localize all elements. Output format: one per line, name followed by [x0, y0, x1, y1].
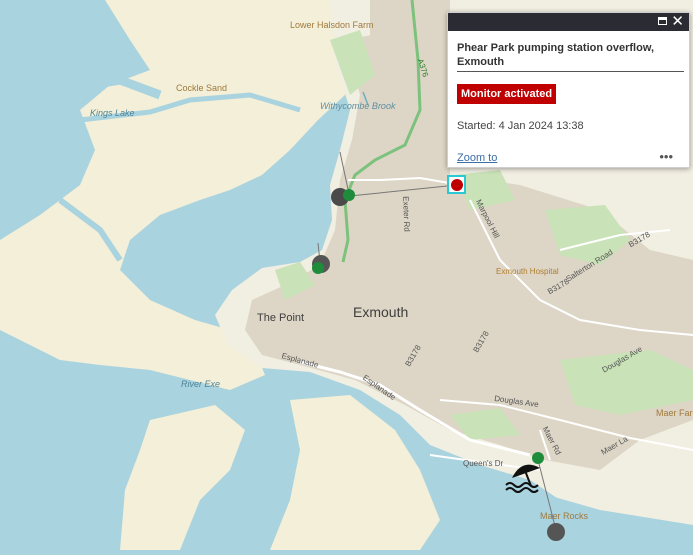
zoom-to-link[interactable]: Zoom to — [457, 152, 497, 164]
popup-title-bar: ✕ — [448, 13, 689, 31]
more-options-icon[interactable]: ••• — [659, 149, 673, 164]
label-the-point: The Point — [257, 312, 305, 324]
label-maer-rocks: Maer Rocks — [540, 511, 589, 521]
popup-title: Phear Park pumping station overflow, Exm… — [457, 42, 655, 68]
label-cockle-sand: Cockle Sand — [176, 83, 228, 93]
outfall-ok-marker-point[interactable] — [312, 262, 324, 274]
label-river-exe: River Exe — [181, 379, 221, 389]
feature-popup: ✕ Phear Park pumping station overflow, E… — [447, 12, 690, 168]
maximize-icon[interactable] — [658, 17, 667, 25]
label-withycombe-brook: Withycombe Brook — [320, 101, 396, 111]
close-icon[interactable]: ✕ — [671, 13, 684, 31]
label-exeter-rd: Exeter Rd — [401, 196, 412, 232]
started-timestamp: Started: 4 Jan 2024 13:38 — [457, 120, 584, 132]
label-exmouth-hospital: Exmouth Hospital — [496, 267, 559, 276]
label-kings-lake: Kings Lake — [90, 108, 135, 118]
label-queens-dr: Queen's Dr — [463, 459, 504, 468]
label-lower-halsdon-farm: Lower Halsdon Farm — [290, 20, 374, 30]
outfall-ok-marker[interactable] — [343, 189, 355, 201]
popup-divider — [457, 71, 684, 72]
label-maer-farm: Maer Farm — [656, 408, 693, 418]
bathing-ok-marker[interactable] — [532, 452, 544, 464]
outfall-offline-marker-maer-rocks[interactable] — [547, 523, 565, 541]
status-badge: Monitor activated — [457, 84, 557, 104]
label-exmouth: Exmouth — [353, 304, 409, 320]
monitor-active-marker[interactable] — [451, 179, 463, 191]
